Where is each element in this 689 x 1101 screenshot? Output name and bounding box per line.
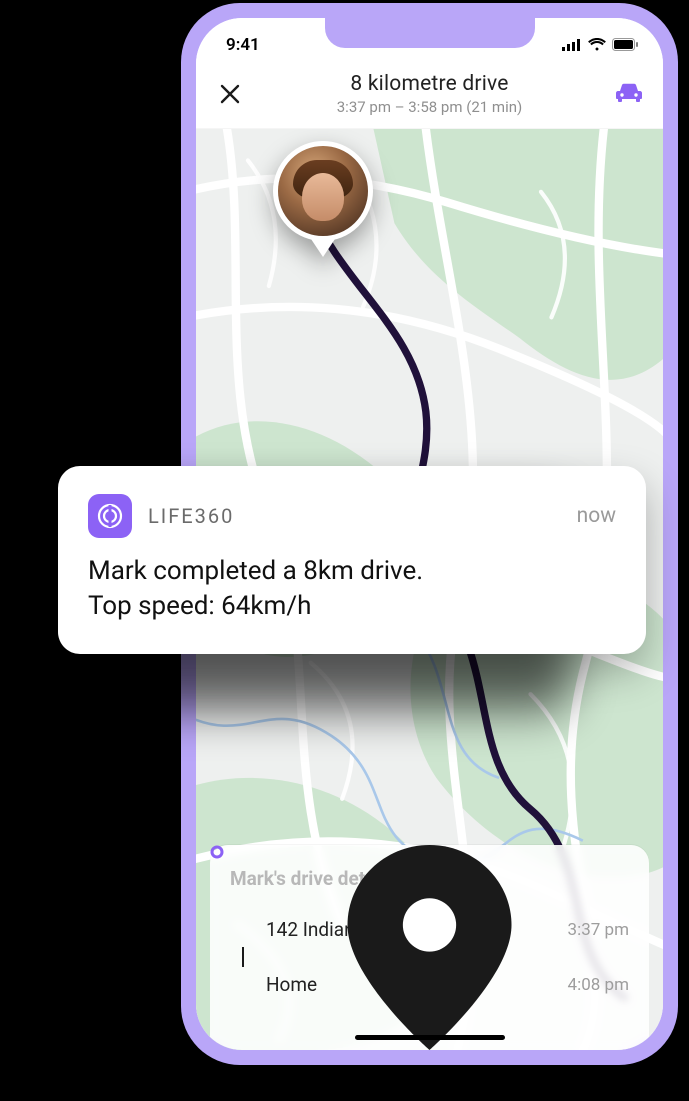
trip-title: 8 kilometre drive xyxy=(248,72,611,96)
notch xyxy=(325,18,535,48)
notif-line1: Mark completed a 8km drive. xyxy=(88,554,616,589)
cellular-icon xyxy=(562,36,582,55)
car-icon[interactable] xyxy=(611,76,647,112)
close-icon xyxy=(220,84,240,104)
notif-app-icon xyxy=(88,494,132,538)
wifi-icon xyxy=(588,36,606,55)
notif-line2: Top speed: 64km/h xyxy=(88,589,616,624)
notif-app-name: LIFE360 xyxy=(148,504,234,528)
notif-when: now xyxy=(577,504,616,528)
user-location-pin[interactable] xyxy=(268,141,378,257)
close-button[interactable] xyxy=(212,76,248,112)
home-indicator[interactable] xyxy=(355,1035,505,1040)
battery-icon xyxy=(612,36,639,55)
drive-details-sheet[interactable]: Mark's drive details 142 Indian Park Dr … xyxy=(210,845,649,1050)
user-avatar xyxy=(273,141,373,241)
trip-subtitle: 3:37 pm – 3:58 pm (21 min) xyxy=(248,98,611,116)
stop-row-end[interactable]: Home 4:08 pm xyxy=(230,967,629,1002)
trip-header: 8 kilometre drive 3:37 pm – 3:58 pm (21 … xyxy=(196,64,663,129)
notification-card[interactable]: LIFE360 now Mark completed a 8km drive. … xyxy=(58,466,646,654)
status-time: 9:41 xyxy=(226,35,260,55)
status-indicators xyxy=(562,36,639,55)
notif-body: Mark completed a 8km drive. Top speed: 6… xyxy=(88,554,616,624)
